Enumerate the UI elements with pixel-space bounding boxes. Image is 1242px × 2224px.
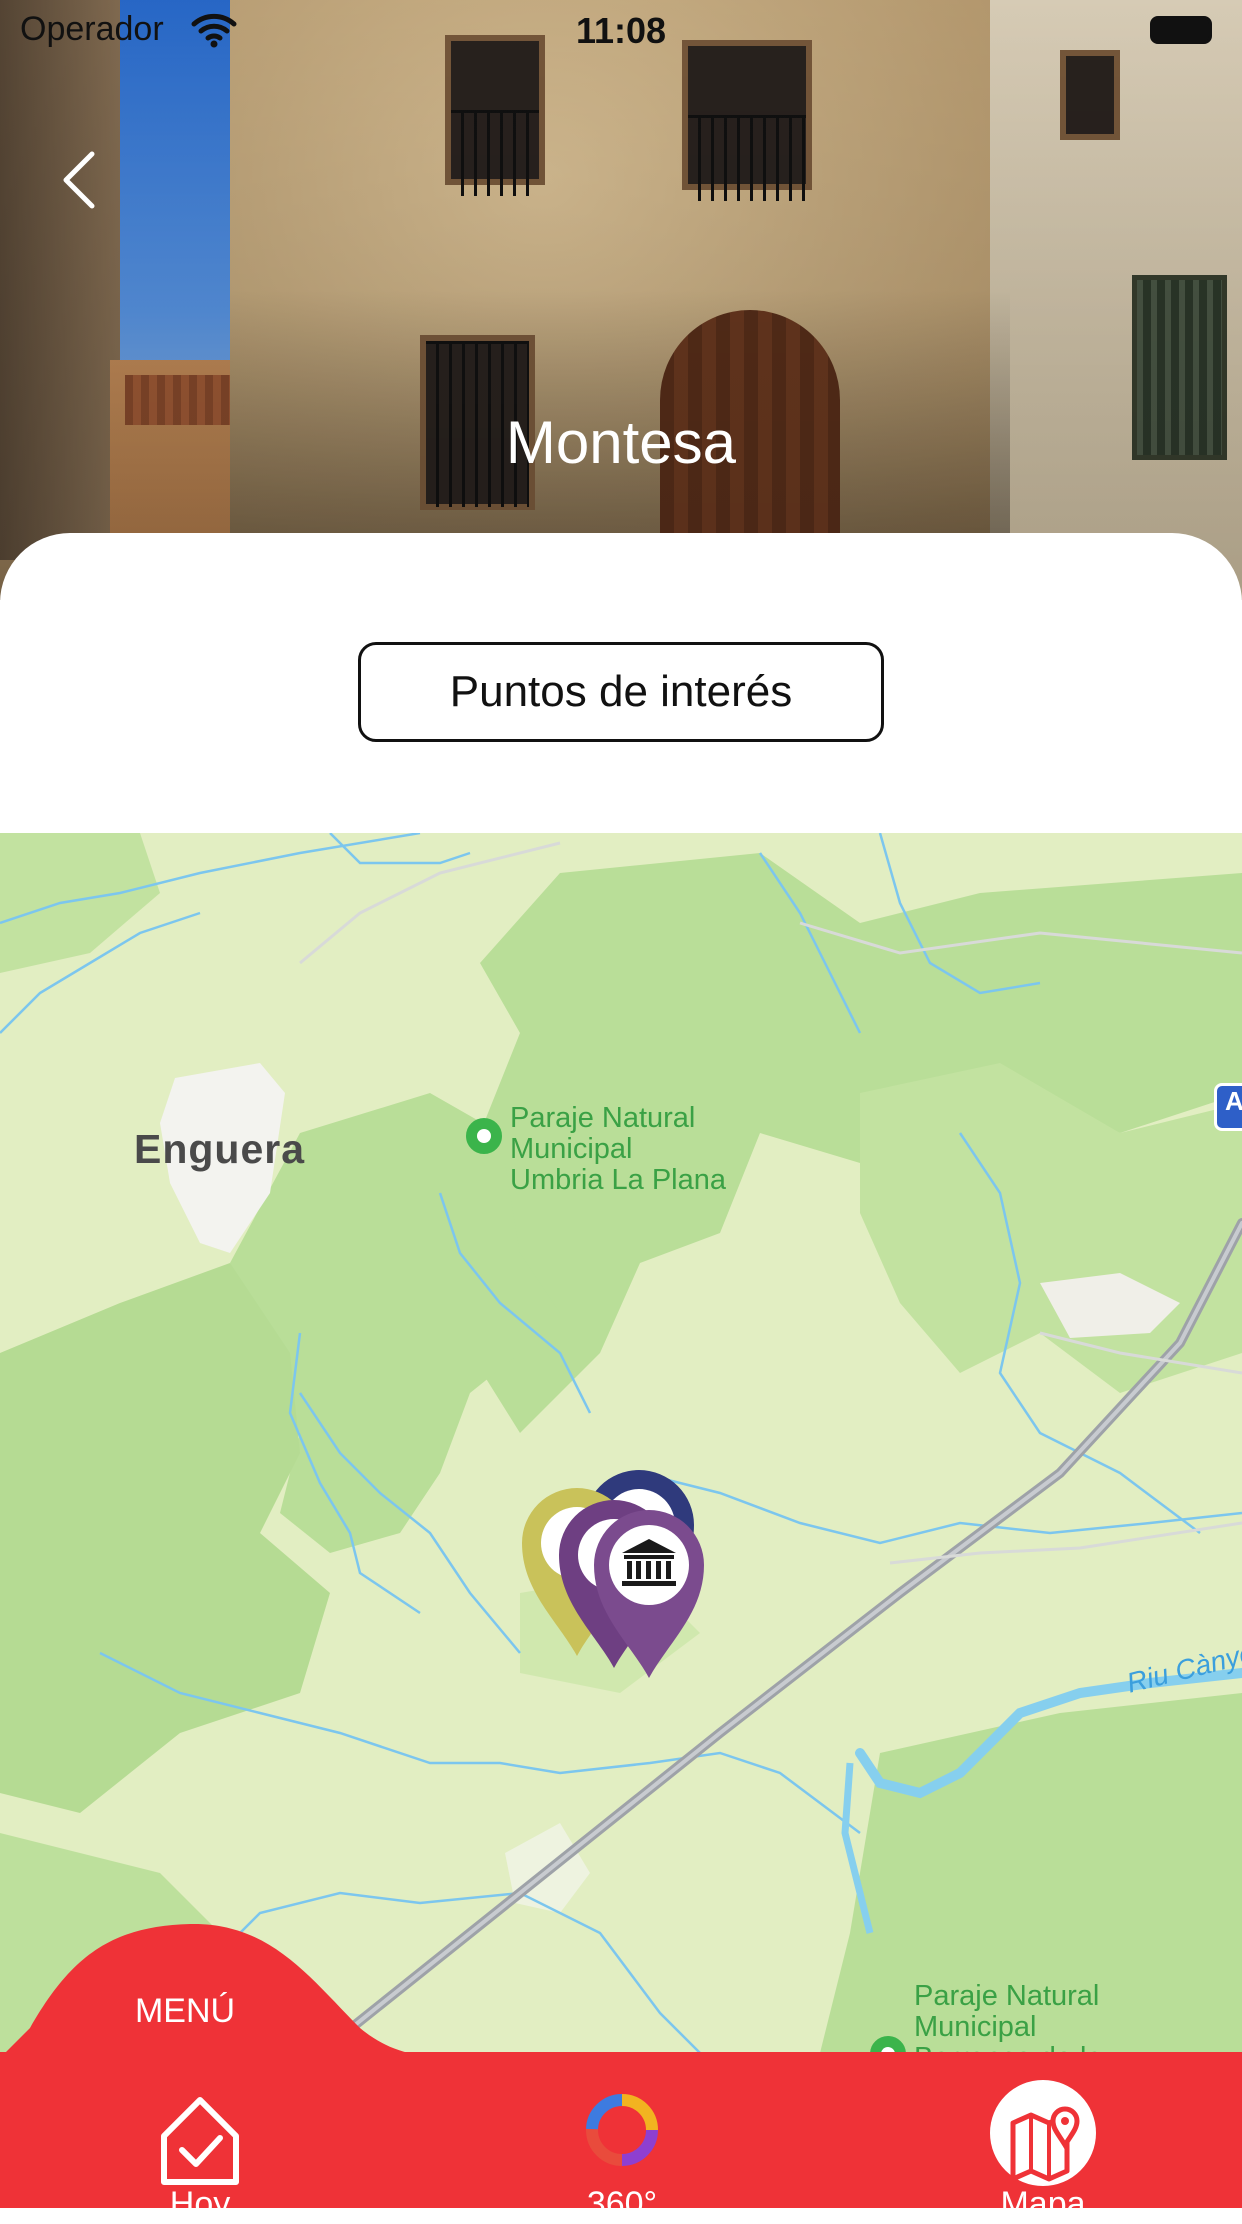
status-time: 11:08	[575, 10, 667, 51]
menu-tab[interactable]	[0, 1918, 460, 2058]
menu-label[interactable]: MENÚ	[105, 1992, 265, 2031]
nav-label-today[interactable]: Hoy	[100, 2185, 300, 2224]
map-label-town: Enguera	[134, 1126, 306, 1172]
map-label-park[interactable]: Paraje Natural Municipal Umbria La Plana	[510, 1103, 726, 1196]
park-label-line: Paraje Natural	[510, 1102, 696, 1134]
battery-icon	[1150, 16, 1212, 44]
back-arrow-icon[interactable]	[50, 140, 110, 220]
hero-photo: Operador 11:08 Montesa	[0, 0, 1242, 600]
map-label-park[interactable]: Paraje Natural Municipal Barranco de la	[914, 1980, 1103, 2054]
park-label-line: Municipal	[914, 2011, 1037, 2043]
park-label-line: Paraje Natural	[914, 1980, 1100, 2012]
map-view[interactable]: Enguera Paraje Natural Municipal Umbria …	[0, 833, 1242, 2053]
points-of-interest-button[interactable]: Puntos de interés	[358, 642, 884, 742]
status-bar: Operador 11:08	[0, 0, 1242, 60]
nav-label-map[interactable]: Mapa	[943, 2185, 1143, 2224]
park-label-line: Municipal	[510, 1133, 633, 1165]
park-label-line: Umbria La Plana	[510, 1164, 726, 1196]
page-title: Montesa	[505, 409, 737, 476]
road-badge: A	[1214, 1083, 1242, 1131]
map-terrain	[0, 833, 1242, 2053]
park-marker-icon[interactable]	[466, 1118, 502, 1154]
nav-label-360[interactable]: 360°	[522, 2185, 722, 2224]
poi-pin-museum[interactable]	[590, 1503, 708, 1683]
hero-overlay	[0, 0, 1242, 600]
